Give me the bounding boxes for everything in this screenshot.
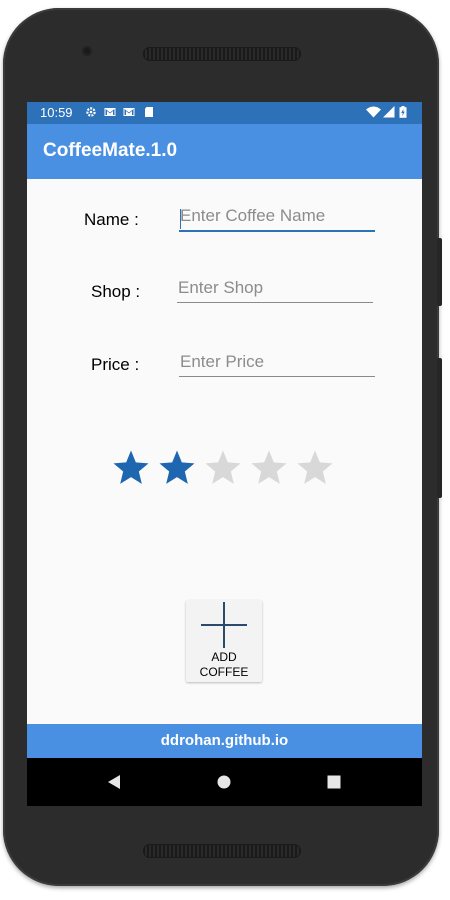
front-camera <box>82 46 92 56</box>
rating-star-2-icon[interactable] <box>157 448 197 488</box>
footer-text[interactable]: ddrohan.github.io <box>27 732 422 750</box>
volume-button <box>437 238 442 306</box>
rating-star-1-icon[interactable] <box>111 448 151 488</box>
app-title: CoffeeMate.1.0 <box>43 140 178 161</box>
coffee-name-input[interactable] <box>179 202 375 232</box>
wifi-icon <box>366 106 381 118</box>
rating-star-5-icon[interactable] <box>295 448 335 488</box>
sd-card-icon <box>145 107 153 117</box>
battery-charging-icon <box>399 106 407 118</box>
name-label: Name : <box>84 210 139 229</box>
shop-input[interactable] <box>177 274 373 303</box>
top-speaker <box>143 47 301 61</box>
phone-frame: 10:59 CoffeeMate.1.0 Name: Enter Coffee… <box>3 8 442 886</box>
footer-bar: ddrohan.github.io <box>27 724 422 758</box>
plus-icon <box>201 602 247 648</box>
gmail-icon <box>104 108 116 116</box>
text-cursor <box>180 209 181 229</box>
home-icon[interactable] <box>214 772 234 792</box>
screen: 10:59 CoffeeMate.1.0 Name: Enter Coffee… <box>27 102 422 806</box>
power-button <box>437 358 442 498</box>
add-coffee-button[interactable]: ADD COFFEE <box>186 600 262 682</box>
status-time: 10:59 <box>40 105 73 120</box>
navigation-bar <box>27 758 422 806</box>
app-bar: CoffeeMate.1.0 <box>27 124 422 179</box>
rating-star-3-icon[interactable] <box>203 448 243 488</box>
bottom-speaker <box>143 844 301 858</box>
shop-label: Shop : <box>91 282 141 301</box>
price-input[interactable] <box>179 348 375 377</box>
signal-icon <box>383 106 395 118</box>
gmail-icon <box>123 108 135 116</box>
status-bar: 10:59 <box>27 102 422 124</box>
add-coffee-label: ADD COFFEE <box>199 650 249 679</box>
rating-star-4-icon[interactable] <box>249 448 289 488</box>
gear-icon <box>86 107 96 117</box>
price-label: Price : <box>91 355 140 374</box>
recents-icon[interactable] <box>324 772 344 792</box>
back-icon[interactable] <box>104 772 124 792</box>
